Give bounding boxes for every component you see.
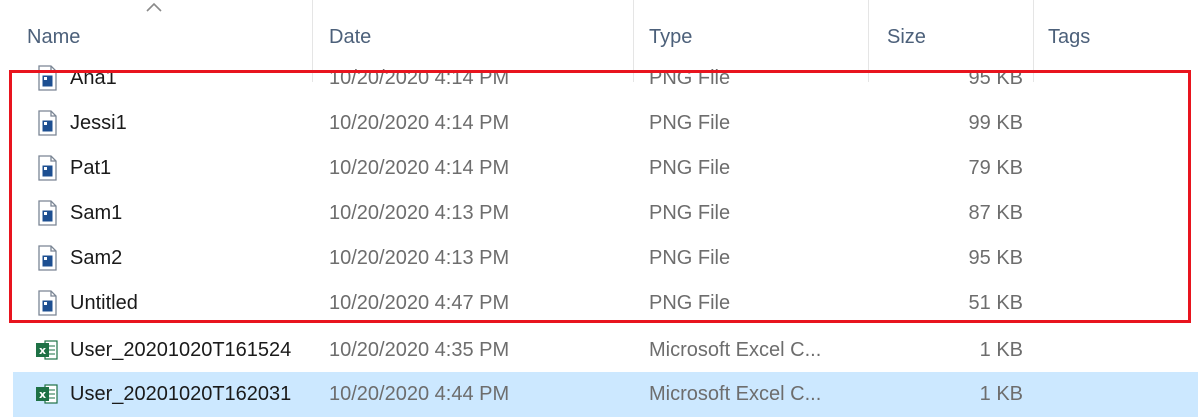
file-type: PNG File	[649, 112, 731, 134]
file-row[interactable]: Sam2 10/20/2020 4:13 PM PNG File 95 KB	[13, 236, 1198, 281]
file-type: PNG File	[649, 157, 731, 179]
file-size: 1 KB	[979, 383, 1023, 405]
file-name: Jessi1	[70, 112, 127, 134]
file-name: Ana1	[70, 67, 117, 89]
file-row[interactable]: Sam1 10/20/2020 4:13 PM PNG File 87 KB	[13, 191, 1198, 236]
file-row[interactable]: x User_20201020T161524 10/20/2020 4:35 PM M…	[13, 328, 1198, 373]
column-type-label: Type	[649, 26, 693, 48]
file-name: Pat1	[70, 157, 112, 179]
file-date: 10/20/2020 4:44 PM	[329, 383, 510, 405]
excel-csv-icon: x	[36, 384, 58, 404]
png-file-icon	[38, 110, 57, 136]
file-name: Sam2	[70, 247, 123, 269]
file-date: 10/20/2020 4:47 PM	[329, 292, 510, 314]
file-date: 10/20/2020 4:14 PM	[329, 112, 510, 134]
png-file-icon	[38, 200, 57, 226]
file-type: PNG File	[649, 67, 731, 89]
chevron-up-icon	[146, 2, 162, 12]
file-date: 10/20/2020 4:14 PM	[329, 67, 510, 89]
excel-csv-icon: x	[36, 340, 58, 360]
file-name: User_20201020T162031	[70, 383, 292, 405]
png-file-icon	[38, 290, 57, 316]
column-date-label: Date	[329, 26, 372, 48]
file-size: 79 KB	[968, 157, 1023, 179]
file-type: PNG File	[649, 292, 731, 314]
file-row[interactable]: Untitled 10/20/2020 4:47 PM PNG File 51 KB	[13, 281, 1198, 326]
file-date: 10/20/2020 4:14 PM	[329, 157, 510, 179]
file-row[interactable]: x User_20201020T162031 10/20/2020 4:44 PM M…	[13, 372, 1198, 417]
file-size: 95 KB	[968, 247, 1023, 269]
png-file-icon	[38, 245, 57, 271]
file-type: Microsoft Excel C...	[649, 339, 822, 361]
file-row[interactable]: Jessi1 10/20/2020 4:14 PM PNG File 99 KB	[13, 101, 1198, 146]
file-name: User_20201020T161524	[70, 339, 292, 361]
file-size: 1 KB	[979, 339, 1023, 361]
file-name: Sam1	[70, 202, 123, 224]
column-tags-label: Tags	[1048, 26, 1091, 48]
file-size: 51 KB	[968, 292, 1023, 314]
png-file-icon	[38, 65, 57, 91]
file-type: PNG File	[649, 202, 731, 224]
file-date: 10/20/2020 4:13 PM	[329, 247, 510, 269]
column-size-label: Size	[887, 26, 926, 48]
file-date: 10/20/2020 4:35 PM	[329, 339, 510, 361]
svg-text:x: x	[39, 344, 46, 357]
file-row[interactable]: Ana1 10/20/2020 4:14 PM PNG File 95 KB	[13, 56, 1198, 101]
file-row[interactable]: Pat1 10/20/2020 4:14 PM PNG File 79 KB	[13, 146, 1198, 191]
file-type: PNG File	[649, 247, 731, 269]
svg-text:x: x	[39, 388, 46, 401]
file-date: 10/20/2020 4:13 PM	[329, 202, 510, 224]
column-name-label: Name	[27, 26, 81, 48]
file-type: Microsoft Excel C...	[649, 383, 822, 405]
file-size: 87 KB	[968, 202, 1023, 224]
file-name: Untitled	[70, 292, 138, 314]
file-size: 95 KB	[968, 67, 1023, 89]
png-file-icon	[38, 155, 57, 181]
file-size: 99 KB	[968, 112, 1023, 134]
